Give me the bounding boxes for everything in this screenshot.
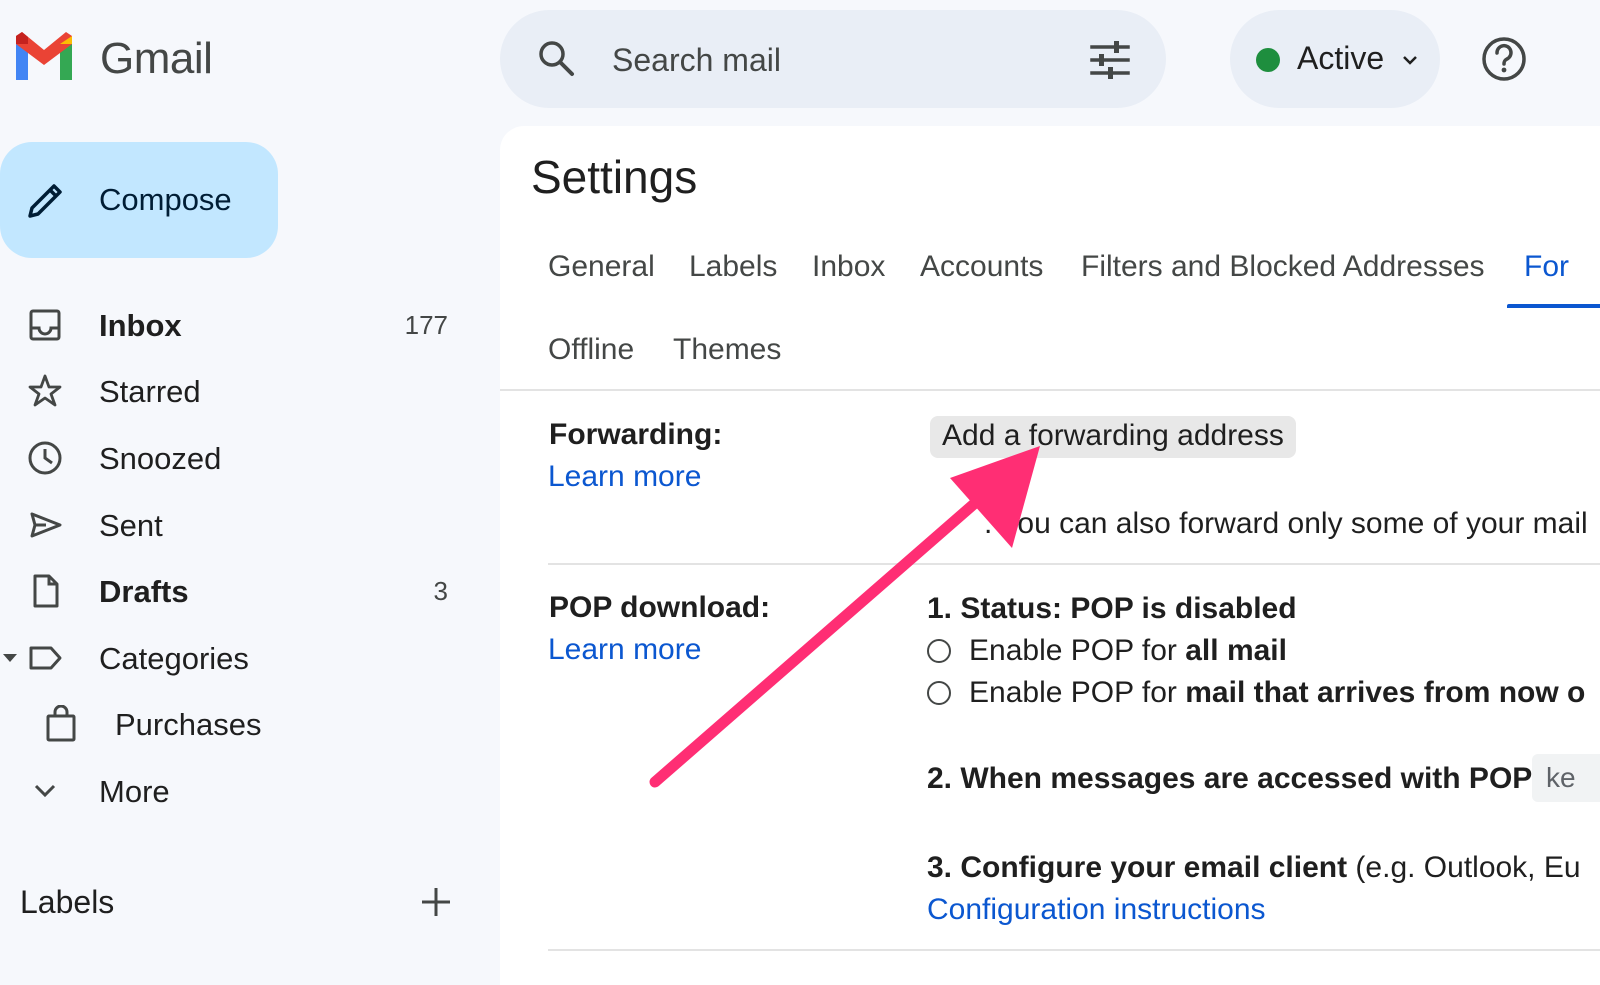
sidebar-item-drafts[interactable]: Drafts 3 bbox=[0, 560, 470, 622]
shopping-bag-icon bbox=[46, 705, 76, 742]
pop-step2-label: 2. When messages are accessed with POP bbox=[927, 762, 1533, 795]
pop-option-from-now[interactable]: Enable POP for mail that arrives from no… bbox=[969, 676, 1585, 710]
active-tab-indicator bbox=[1507, 304, 1600, 308]
inbox-icon bbox=[29, 309, 61, 341]
tab-inbox[interactable]: Inbox bbox=[812, 250, 885, 284]
sidebar-item-categories[interactable]: Categories bbox=[0, 627, 470, 689]
search-input[interactable] bbox=[612, 40, 1062, 80]
tab-offline[interactable]: Offline bbox=[548, 333, 634, 367]
pop-learn-more-link[interactable]: Learn more bbox=[548, 633, 701, 667]
pop-option-all-mail[interactable]: Enable POP for all mail bbox=[969, 634, 1287, 668]
tab-themes[interactable]: Themes bbox=[673, 333, 781, 367]
sidebar-item-label: Starred bbox=[99, 374, 201, 409]
compose-label: Compose bbox=[99, 182, 232, 217]
tab-labels[interactable]: Labels bbox=[689, 250, 777, 284]
status-selector[interactable]: Active bbox=[1230, 10, 1440, 108]
sidebar-item-label: Inbox bbox=[99, 308, 182, 343]
sidebar-item-snoozed[interactable]: Snoozed bbox=[0, 427, 470, 489]
sidebar-item-sent[interactable]: Sent bbox=[0, 494, 470, 556]
section-divider bbox=[548, 563, 1600, 565]
clock-icon bbox=[28, 441, 62, 475]
app-name: Gmail bbox=[100, 34, 213, 83]
search-icon[interactable] bbox=[536, 38, 576, 78]
search-bar[interactable] bbox=[500, 10, 1166, 108]
pop-download-label: POP download: bbox=[549, 591, 771, 624]
drafts-count: 3 bbox=[433, 576, 448, 606]
sidebar-item-label: Drafts bbox=[99, 574, 189, 609]
label-icon bbox=[29, 646, 62, 670]
tabs-divider bbox=[500, 389, 1600, 391]
pencil-icon bbox=[28, 184, 62, 218]
chevron-down-icon bbox=[34, 784, 56, 798]
add-forwarding-address-button[interactable]: Add a forwarding address bbox=[930, 416, 1296, 458]
active-status-dot bbox=[1256, 48, 1280, 72]
settings-panel: Settings General Labels Inbox Accounts F… bbox=[500, 126, 1600, 985]
pop-status: 1. Status: POP is disabled bbox=[927, 592, 1297, 625]
pop-from-now-radio[interactable] bbox=[927, 681, 951, 705]
tab-general[interactable]: General bbox=[548, 250, 655, 284]
draft-icon bbox=[33, 574, 59, 608]
tab-forwarding[interactable]: For bbox=[1524, 250, 1569, 284]
tab-filters[interactable]: Filters and Blocked Addresses bbox=[1081, 250, 1485, 284]
forwarding-tip: . You can also forward only some of your… bbox=[984, 507, 1588, 540]
page-title: Settings bbox=[531, 151, 698, 203]
sidebar-item-more[interactable]: More bbox=[0, 760, 470, 822]
section-divider bbox=[548, 949, 1600, 951]
sidebar-item-inbox[interactable]: Inbox 177 bbox=[0, 294, 470, 356]
plus-icon[interactable] bbox=[418, 884, 454, 920]
configuration-instructions-link[interactable]: Configuration instructions bbox=[927, 893, 1266, 927]
sidebar-item-label: Categories bbox=[99, 641, 249, 676]
gmail-m-icon bbox=[16, 32, 72, 80]
gmail-logo[interactable] bbox=[12, 30, 76, 82]
pop-all-mail-radio[interactable] bbox=[927, 639, 951, 663]
labels-heading: Labels bbox=[20, 884, 115, 920]
forwarding-learn-more-link[interactable]: Learn more bbox=[548, 460, 701, 494]
search-options-icon[interactable] bbox=[1088, 38, 1132, 82]
caret-down-icon[interactable] bbox=[2, 650, 18, 666]
send-icon bbox=[30, 512, 62, 538]
unread-count: 177 bbox=[404, 310, 448, 340]
status-label: Active bbox=[1297, 40, 1385, 76]
sidebar-item-purchases[interactable]: Purchases bbox=[0, 693, 470, 755]
sidebar-item-label: Snoozed bbox=[99, 441, 222, 476]
chevron-down-icon bbox=[1403, 56, 1417, 65]
help-icon[interactable] bbox=[1480, 35, 1528, 83]
sidebar-item-label: Sent bbox=[99, 508, 163, 543]
sidebar-item-label: Purchases bbox=[115, 707, 262, 742]
sidebar-item-starred[interactable]: Starred bbox=[0, 360, 470, 422]
pop-action-select[interactable]: ke bbox=[1532, 754, 1600, 802]
tab-accounts[interactable]: Accounts bbox=[920, 250, 1043, 284]
pop-step3-text: 3. Configure your email client (e.g. Out… bbox=[927, 851, 1581, 884]
sidebar-item-label: More bbox=[99, 774, 170, 809]
forwarding-label: Forwarding: bbox=[549, 418, 723, 451]
compose-button[interactable]: Compose bbox=[0, 142, 278, 258]
star-icon bbox=[28, 374, 62, 407]
